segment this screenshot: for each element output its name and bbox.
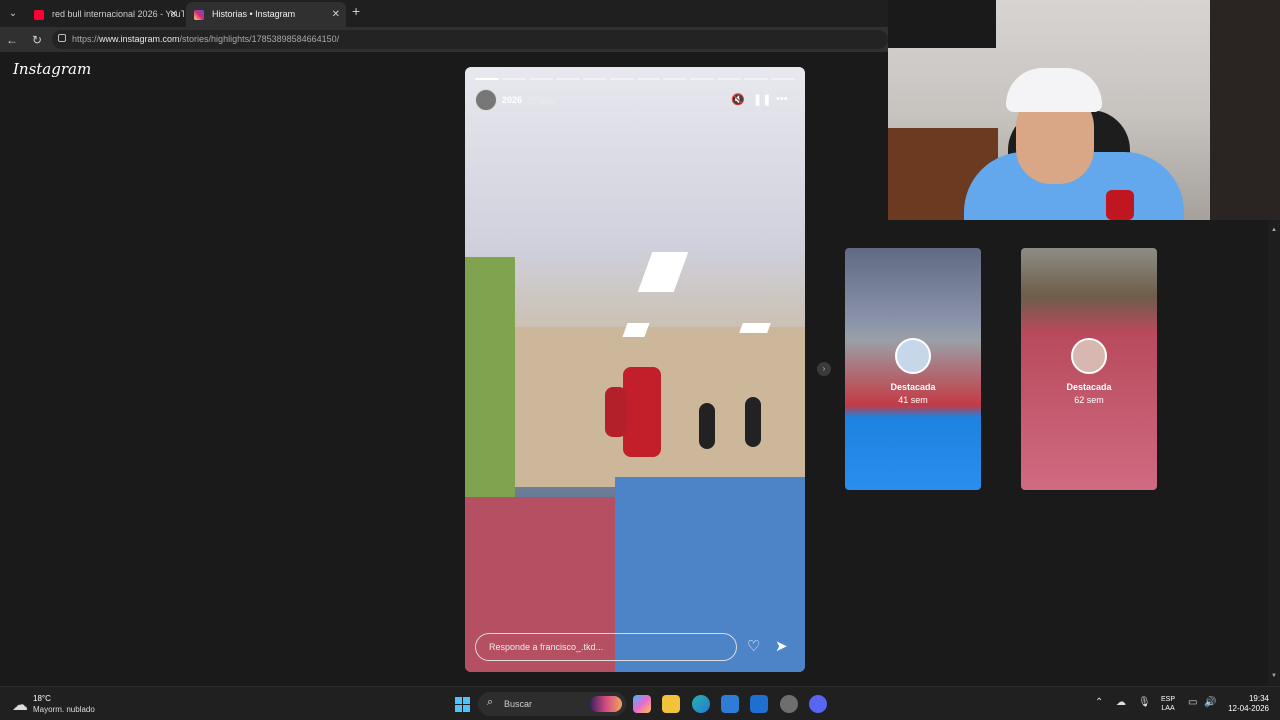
athlete-figure	[605, 387, 627, 437]
progress-segment	[636, 78, 661, 80]
highlight-time: 41 sem	[898, 395, 928, 405]
scroll-down-icon[interactable]: ▼	[1268, 670, 1280, 682]
heart-icon[interactable]: ♡	[747, 637, 760, 655]
progress-segment	[717, 78, 742, 80]
progress-segment	[555, 78, 580, 80]
site-info-icon[interactable]	[58, 34, 66, 42]
volume-icon[interactable]: 🔊	[1204, 697, 1216, 708]
windows-taskbar: ☁ 18°C Mayorm. nublado ⌕ Buscar ⌃ ☁ 🎙 ES…	[0, 686, 1280, 720]
tab-youtube[interactable]: red bull internacional 2026 - YouTube ✕	[26, 2, 184, 27]
progress-segment	[744, 78, 769, 80]
tab-title: Historias • Instagram	[212, 9, 296, 19]
ceiling-light	[637, 252, 689, 292]
progress-segment	[690, 78, 715, 80]
progress-segment	[475, 78, 499, 80]
back-arrow-icon[interactable]: ←	[4, 32, 20, 48]
tray-cloud-icon[interactable]: ☁	[1116, 697, 1126, 708]
story-timestamp: 10 sem	[527, 96, 557, 106]
edge-browser-icon[interactable]	[692, 695, 710, 713]
story-avatar[interactable]	[475, 89, 497, 111]
search-icon: ⌕	[487, 696, 494, 708]
tab-list-chevron-icon[interactable]: ⌄	[4, 5, 22, 23]
page-scrollbar[interactable]: ▲ ▼	[1268, 220, 1280, 686]
browser-tab-bar: ⌄ red bull internacional 2026 - YouTube …	[0, 0, 888, 27]
search-highlight-badge	[590, 696, 622, 712]
story-reply-input[interactable]: Responde a francisco_.tkd...	[475, 633, 737, 661]
athlete-figure	[699, 403, 715, 449]
instagram-logo[interactable]: Instagram	[13, 60, 91, 78]
progress-segment	[609, 78, 634, 80]
athlete-figure	[745, 397, 761, 447]
windows-start-icon[interactable]	[455, 697, 470, 712]
athlete-figure	[623, 367, 661, 457]
weather-cloud-icon[interactable]: ☁	[12, 695, 28, 715]
instagram-favicon-icon	[194, 10, 204, 20]
story-progress-bar	[475, 78, 796, 80]
progress-segment	[528, 78, 553, 80]
highlight-avatar	[1071, 338, 1107, 374]
settings-gear-icon[interactable]	[780, 695, 798, 713]
next-story-arrow-icon[interactable]: ›	[817, 362, 831, 376]
progress-segment	[501, 78, 526, 80]
tab-title: red bull internacional 2026 - YouTube	[52, 9, 184, 19]
microphone-icon[interactable]: 🎙	[1138, 697, 1151, 708]
highlight-title: Destacada	[1066, 382, 1112, 392]
file-explorer-icon[interactable]	[662, 695, 680, 713]
webcam-tv	[888, 0, 996, 48]
network-icon[interactable]: ▭	[1188, 697, 1197, 708]
store-icon[interactable]	[721, 695, 739, 713]
scroll-up-icon[interactable]: ▲	[1268, 224, 1280, 236]
highlight-card[interactable]: Destacada 41 sem	[845, 248, 981, 490]
webcam-overlay	[888, 0, 1280, 220]
copilot-icon[interactable]	[633, 695, 651, 713]
weather-desc[interactable]: Mayorm. nublado	[33, 705, 95, 714]
muted-speaker-icon[interactable]: 🔇	[731, 93, 745, 106]
webcam-door	[1210, 0, 1280, 220]
close-tab-icon[interactable]: ✕	[170, 2, 178, 27]
highlight-avatar	[895, 338, 931, 374]
address-bar-row: ← ↻ https://www.instagram.com/stories/hi…	[0, 27, 888, 52]
new-tab-plus-icon[interactable]: +	[352, 3, 360, 19]
highlight-title: Destacada	[890, 382, 936, 392]
progress-segment	[663, 78, 688, 80]
progress-segment	[771, 78, 796, 80]
url-input[interactable]: https://www.instagram.com/stories/highli…	[52, 30, 888, 49]
weather-temp[interactable]: 18°C	[33, 694, 51, 703]
tab-instagram[interactable]: Historias • Instagram ✕	[186, 2, 346, 27]
outlook-icon[interactable]	[750, 695, 768, 713]
pause-icon[interactable]: ❚❚	[753, 93, 771, 106]
search-label: Buscar	[504, 699, 533, 709]
highlight-time: 62 sem	[1074, 395, 1104, 405]
close-tab-icon[interactable]: ✕	[332, 2, 340, 27]
taskbar-clock[interactable]: 19:34 12-04-2026	[1225, 694, 1269, 714]
progress-segment	[582, 78, 607, 80]
story-viewer[interactable]: 2026 10 sem 🔇 ❚❚ ••• Responde a francisc…	[465, 67, 805, 672]
more-options-icon[interactable]: •••	[776, 93, 788, 105]
youtube-favicon-icon	[34, 10, 44, 20]
story-username[interactable]: 2026	[502, 95, 522, 105]
story-curtain	[465, 257, 515, 507]
webcam-person-cap	[1006, 68, 1102, 112]
ceiling-light	[739, 323, 771, 333]
language-indicator[interactable]: ESP LAA	[1161, 695, 1175, 713]
highlight-card[interactable]: Destacada 62 sem	[1021, 248, 1157, 490]
send-icon[interactable]: ➤	[775, 637, 788, 655]
reload-icon[interactable]: ↻	[29, 32, 45, 48]
taskbar-search[interactable]: ⌕ Buscar	[478, 692, 626, 716]
url-text: https://www.instagram.com/stories/highli…	[72, 34, 340, 44]
webcam-microphone	[1106, 190, 1134, 220]
discord-icon[interactable]	[809, 695, 827, 713]
tray-chevron-up-icon[interactable]: ⌃	[1095, 697, 1103, 708]
reply-placeholder: Responde a francisco_.tkd...	[489, 642, 604, 652]
